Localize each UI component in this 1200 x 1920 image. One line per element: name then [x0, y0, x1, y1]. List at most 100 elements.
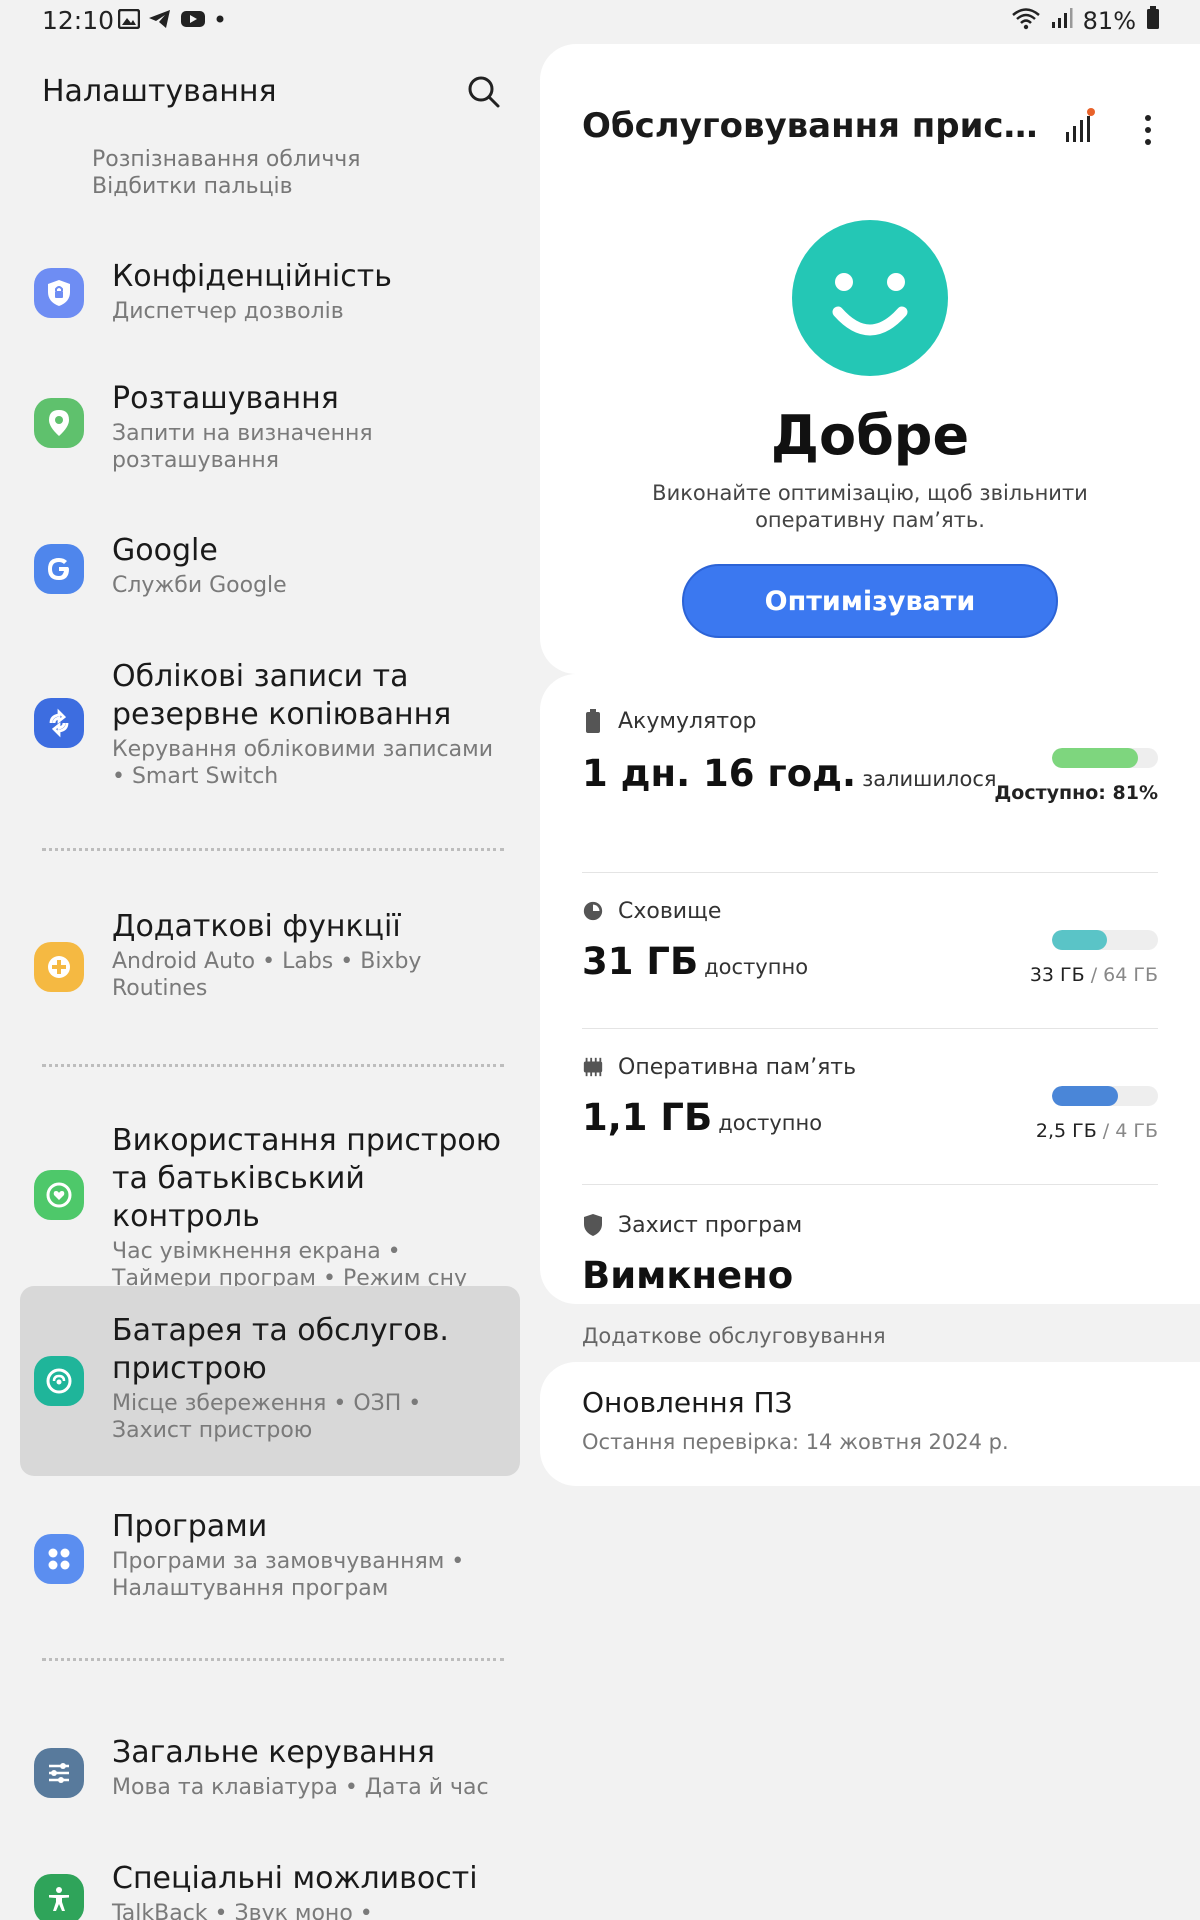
- settings-item-apps[interactable]: Програми Програми за замовчуванням • Нал…: [20, 1504, 520, 1634]
- settings-item-general-management[interactable]: Загальне керування Мова та клавіатура • …: [20, 1714, 520, 1824]
- battery-section[interactable]: Акумулятор 1 дн. 16 год. залишилося Досту…: [582, 706, 1158, 826]
- section-divider: [42, 848, 504, 851]
- settings-item-title: Конфіденційність: [112, 259, 392, 294]
- search-button[interactable]: [464, 72, 504, 112]
- bar-chart-icon: [1066, 108, 1095, 142]
- device-status: Добре: [770, 404, 970, 467]
- section-divider: [42, 1064, 504, 1067]
- partial-subtitle-1: Розпізнавання обличчя: [92, 147, 361, 172]
- battery-percent: 81%: [1082, 7, 1136, 35]
- notification-icons: [117, 8, 226, 33]
- settings-item-title: Google: [112, 533, 218, 568]
- status-bar: 12:10 81%: [0, 0, 1200, 44]
- shield-icon: [582, 1214, 604, 1236]
- optimize-button[interactable]: Оптимізувати: [682, 564, 1058, 638]
- settings-item-subtitle: Місце збереження • ОЗП • Захист пристрою: [112, 1391, 422, 1443]
- settings-item-subtitle: Керування обліковими записами • Smart Sw…: [112, 737, 494, 789]
- sync-icon: [34, 698, 84, 748]
- battery-icon: [1146, 6, 1160, 36]
- settings-item-title: Спеціальні можливості: [112, 1861, 478, 1896]
- app-protection-label: Захист програм: [618, 1212, 803, 1238]
- settings-item-title: Загальне керування: [112, 1735, 435, 1770]
- dot-icon: [214, 9, 226, 33]
- settings-item-subtitle: Запити на визначення розташування: [112, 421, 373, 473]
- battery-level-bar: [1052, 748, 1158, 768]
- settings-item-privacy[interactable]: Конфіденційність Диспетчер дозволів: [20, 244, 520, 344]
- settings-item-location[interactable]: Розташування Запити на визначення розташ…: [20, 368, 520, 498]
- storage-used: 33 ГБ: [1029, 964, 1085, 986]
- sliders-icon: [34, 1748, 84, 1798]
- storage-level-bar: [1052, 930, 1158, 950]
- software-update-subtitle: Остання перевірка: 14 жовтня 2024 р.: [582, 1430, 1009, 1454]
- device-status-description: Виконайте оптимізацію, щоб звільнити опе…: [652, 481, 1088, 532]
- settings-item-subtitle: Android Auto • Labs • Bixby Routines: [112, 949, 422, 1001]
- system-status: 81%: [1011, 6, 1160, 36]
- smiley-icon: [792, 220, 948, 376]
- settings-item-digital-wellbeing[interactable]: Використання пристрою та батьківський ко…: [20, 1114, 520, 1294]
- ram-section[interactable]: Оперативна пам’ять 1,1 ГБ доступно 2,5 ГБ…: [582, 1052, 1158, 1172]
- settings-item-title: Використання пристрою та батьківський ко…: [112, 1123, 502, 1234]
- settings-item-title: Облікові записи та резервне копіювання: [112, 659, 452, 732]
- memory-chip-icon: [582, 1056, 604, 1078]
- wifi-icon: [1011, 6, 1041, 36]
- device-care-header: Обслуговування пристро... Добре Виконайт…: [540, 44, 1200, 674]
- storage-section[interactable]: Сховище 31 ГБ доступно 33 ГБ / 64 ГБ: [582, 896, 1158, 1016]
- settings-item-advanced-features[interactable]: Додаткові функції Android Auto • Labs • …: [20, 904, 520, 1044]
- battery-label: Акумулятор: [618, 708, 757, 734]
- battery-icon: [582, 709, 604, 733]
- ram-label: Оперативна пам’ять: [618, 1054, 857, 1080]
- section-separator: [582, 1028, 1158, 1029]
- device-care-icon: [34, 1356, 84, 1406]
- status-time: 12:10: [42, 6, 115, 35]
- more-options-button[interactable]: [1138, 110, 1158, 150]
- gallery-icon: [117, 8, 141, 33]
- app-protection-status: Вимкнено: [582, 1254, 794, 1297]
- battery-remaining-suffix: залишилося: [862, 767, 997, 791]
- more-vert-icon: [1145, 115, 1151, 145]
- section-divider: [42, 1658, 504, 1661]
- google-icon: [34, 544, 84, 594]
- youtube-icon: [180, 9, 206, 33]
- settings-item-subtitle: Служби Google: [112, 573, 287, 598]
- search-icon: [468, 76, 500, 108]
- section-separator: [582, 872, 1158, 873]
- settings-item-subtitle: Програми за замовчуванням • Налаштування…: [112, 1549, 465, 1601]
- settings-item-subtitle: Мова та клавіатура • Дата й час: [112, 1775, 489, 1800]
- partial-subtitle-2: Відбитки пальців: [92, 174, 293, 199]
- settings-item-subtitle: Час увімкнення екрана • Таймери програм …: [112, 1239, 467, 1291]
- storage-pie-icon: [582, 900, 604, 922]
- ram-free: 1,1 ГБ: [582, 1096, 713, 1139]
- settings-title: Налаштування: [42, 74, 277, 109]
- settings-item-biometrics-partial[interactable]: Розпізнавання обличчя Відбитки пальців: [92, 146, 512, 200]
- storage-free: 31 ГБ: [582, 940, 699, 983]
- settings-item-title: Додаткові функції: [112, 909, 401, 944]
- location-pin-icon: [34, 398, 84, 448]
- usage-chart-button[interactable]: [1060, 108, 1100, 148]
- device-care-stats-card: Акумулятор 1 дн. 16 год. залишилося Досту…: [540, 674, 1200, 1304]
- settings-item-title: Батарея та обслугов. пристрою: [112, 1313, 449, 1386]
- wellbeing-icon: [34, 1170, 84, 1220]
- storage-label: Сховище: [618, 898, 722, 924]
- device-care-title: Обслуговування пристро...: [582, 106, 1042, 146]
- accessibility-icon: [34, 1874, 84, 1920]
- storage-free-suffix: доступно: [704, 955, 809, 979]
- ram-used: 2,5 ГБ: [1035, 1120, 1097, 1142]
- additional-care-label: Додаткове обслуговування: [582, 1324, 886, 1348]
- settings-item-battery-device-care[interactable]: Батарея та обслугов. пристрою Місце збер…: [20, 1286, 520, 1476]
- signal-icon: [1051, 7, 1073, 35]
- settings-item-accounts[interactable]: Облікові записи та резервне копіювання К…: [20, 650, 520, 810]
- ram-level-bar: [1052, 1086, 1158, 1106]
- settings-item-title: Програми: [112, 1509, 268, 1544]
- ram-total: / 4 ГБ: [1102, 1120, 1158, 1142]
- settings-item-title: Розташування: [112, 381, 339, 416]
- settings-item-accessibility[interactable]: Спеціальні можливості TalkBack • Звук мо…: [20, 1840, 520, 1920]
- settings-pane[interactable]: Налаштування Розпізнавання обличчя Відби…: [0, 44, 540, 1920]
- battery-available: Доступно: 81%: [994, 782, 1158, 804]
- puzzle-plus-icon: [34, 942, 84, 992]
- device-care-pane: Обслуговування пристро... Добре Виконайт…: [540, 44, 1200, 1920]
- settings-item-google[interactable]: Google Служби Google: [20, 524, 520, 624]
- section-separator: [582, 1184, 1158, 1185]
- app-protection-section[interactable]: Захист програм Вимкнено: [582, 1210, 1158, 1304]
- ram-free-suffix: доступно: [718, 1111, 823, 1135]
- software-update-item[interactable]: Оновлення ПЗ Остання перевірка: 14 жовтн…: [540, 1362, 1200, 1486]
